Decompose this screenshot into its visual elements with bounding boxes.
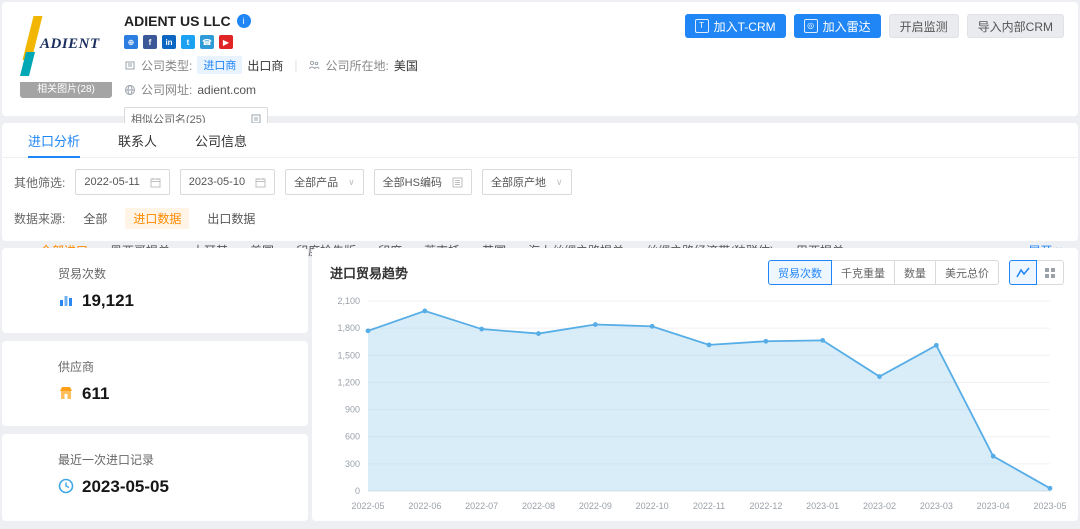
globe-icon <box>124 84 136 96</box>
radar-icon: ◎ <box>804 19 818 33</box>
import-trend-chart: 0 300 600 900 1,200 1,500 1,800 2,100 2022-05 202… <box>322 289 1066 517</box>
company-logo[interactable]: ADIENT 相关图片(28) <box>20 12 112 98</box>
filters-panel: 进口分析 联系人 公司信息 其他筛选: 2022-05-11 2023-05-1… <box>2 123 1078 241</box>
chevron-down-icon: ∨ <box>556 177 563 188</box>
phone-icon[interactable]: ☎ <box>200 35 214 49</box>
twitter-icon[interactable]: t <box>181 35 195 49</box>
chart-type-group <box>1009 260 1064 285</box>
svg-text:2022-11: 2022-11 <box>693 501 725 511</box>
metric-quantity[interactable]: 数量 <box>894 260 936 285</box>
tab-contacts[interactable]: 联系人 <box>118 123 157 157</box>
svg-text:2022-06: 2022-06 <box>408 501 441 511</box>
last-import-label: 最近一次进口记录 <box>58 451 308 468</box>
company-type-label: 公司类型: <box>141 57 192 74</box>
importer-tag: 进口商 <box>197 56 242 74</box>
chevron-down-icon: ∨ <box>348 177 355 188</box>
company-info: ADIENT US LLC i ⊕fint☎▶ 公司类型: 进口商 出口商 | … <box>124 12 418 131</box>
svg-text:300: 300 <box>345 459 360 469</box>
svg-text:2022-07: 2022-07 <box>465 501 498 511</box>
tcrm-icon: T <box>695 19 709 33</box>
location-value: 美国 <box>394 57 418 74</box>
svg-text:2022-12: 2022-12 <box>749 501 782 511</box>
main-tabs: 进口分析 联系人 公司信息 <box>2 123 1078 158</box>
data-source-label: 数据来源: <box>14 210 65 227</box>
svg-text:1,500: 1,500 <box>337 350 360 360</box>
calendar-icon <box>255 177 266 188</box>
company-header: ADIENT 相关图片(28) ADIENT US LLC i ⊕fint☎▶ … <box>2 2 1078 116</box>
metric-kg-weight[interactable]: 千克重量 <box>831 260 895 285</box>
location-icon <box>308 59 320 71</box>
social-icons: ⊕ fint ☎ ▶ <box>124 35 418 49</box>
website-label: 公司网址: <box>141 81 192 98</box>
clock-icon <box>58 478 74 497</box>
svg-text:2023-05: 2023-05 <box>1033 501 1066 511</box>
svg-text:600: 600 <box>345 432 360 442</box>
website-link[interactable]: adient.com <box>197 83 256 97</box>
svg-text:1,200: 1,200 <box>337 377 360 387</box>
svg-text:2023-04: 2023-04 <box>977 501 1010 511</box>
chart-title: 进口贸易趋势 <box>330 263 408 282</box>
company-name: ADIENT US LLC <box>124 13 231 29</box>
origin-select[interactable]: 全部原产地 ∨ <box>482 169 572 195</box>
supplier-icon <box>58 385 74 404</box>
svg-text:2022-08: 2022-08 <box>522 501 555 511</box>
hs-list-icon <box>452 177 463 188</box>
tab-company-info[interactable]: 公司信息 <box>195 123 247 157</box>
company-type-icon <box>124 59 136 71</box>
hs-code-select[interactable]: 全部HS编码 <box>374 169 472 195</box>
tab-import-analysis[interactable]: 进口分析 <box>28 123 80 157</box>
company-info-icon[interactable]: i <box>237 14 251 28</box>
product-select[interactable]: 全部产品 ∨ <box>285 169 364 195</box>
location-label: 公司所在地: <box>325 57 388 74</box>
add-radar-button[interactable]: ◎ 加入雷达 <box>794 14 881 38</box>
header-actions: T 加入T-CRM ◎ 加入雷达 开启监测 导入内部CRM <box>685 14 1064 38</box>
source-option-import[interactable]: 进口数据 <box>125 208 189 229</box>
filter-row: 其他筛选: 2022-05-11 2023-05-10 全部产品 ∨ 全部HS编… <box>2 158 1078 195</box>
svg-text:1,800: 1,800 <box>337 323 360 333</box>
date-to-picker[interactable]: 2023-05-10 <box>180 169 275 195</box>
svg-text:2022-09: 2022-09 <box>579 501 612 511</box>
svg-text:2023-02: 2023-02 <box>863 501 896 511</box>
svg-text:2023-03: 2023-03 <box>920 501 953 511</box>
trade-count-card: 贸易次数 19,121 <box>2 248 308 333</box>
date-from-picker[interactable]: 2022-05-11 <box>75 169 169 195</box>
logo-teal-bar <box>20 52 35 76</box>
last-import-value: 2023-05-05 <box>82 477 169 497</box>
linkedin-icon[interactable]: in <box>162 35 176 49</box>
youtube-icon[interactable]: ▶ <box>219 35 233 49</box>
line-chart-icon[interactable] <box>1009 260 1037 285</box>
import-crm-button[interactable]: 导入内部CRM <box>967 14 1064 38</box>
last-import-card: 最近一次进口记录 2023-05-05 <box>2 434 308 521</box>
facebook-icon[interactable]: f <box>143 35 157 49</box>
svg-text:0: 0 <box>355 486 360 496</box>
add-tcrm-button[interactable]: T 加入T-CRM <box>685 14 786 38</box>
supplier-card: 供应商 611 <box>2 341 308 426</box>
website-icon[interactable]: ⊕ <box>124 35 138 49</box>
svg-text:900: 900 <box>345 405 360 415</box>
svg-text:2,100: 2,100 <box>337 296 360 306</box>
source-option-all[interactable]: 全部 <box>83 210 107 227</box>
calendar-icon <box>150 177 161 188</box>
trade-count-value: 19,121 <box>82 291 134 311</box>
metric-usd-total[interactable]: 美元总价 <box>935 260 999 285</box>
supplier-value: 611 <box>82 384 109 404</box>
exporter-text: 出口商 <box>247 57 283 74</box>
svg-text:2022-10: 2022-10 <box>636 501 669 511</box>
bar-chart-icon <box>58 292 74 311</box>
start-monitor-button[interactable]: 开启监测 <box>889 14 959 38</box>
import-trend-card: 进口贸易趋势 贸易次数 千克重量 数量 美元总价 0 300 600 900 1,200… <box>312 248 1078 521</box>
other-filter-label: 其他筛选: <box>14 174 65 191</box>
metric-trade-count[interactable]: 贸易次数 <box>768 260 832 285</box>
svg-text:2022-05: 2022-05 <box>351 501 384 511</box>
related-images-label[interactable]: 相关图片(28) <box>20 82 112 98</box>
supplier-label: 供应商 <box>58 358 308 375</box>
meta-divider: | <box>294 58 297 72</box>
svg-text:2023-01: 2023-01 <box>806 501 839 511</box>
table-view-icon[interactable] <box>1036 260 1064 285</box>
logo-wordmark: ADIENT <box>40 36 100 53</box>
metric-toggle-group: 贸易次数 千克重量 数量 美元总价 <box>768 260 999 285</box>
source-option-export[interactable]: 出口数据 <box>207 210 255 227</box>
trade-count-label: 贸易次数 <box>58 265 308 282</box>
data-source-row: 数据来源: 全部 进口数据 出口数据 <box>2 195 1078 229</box>
